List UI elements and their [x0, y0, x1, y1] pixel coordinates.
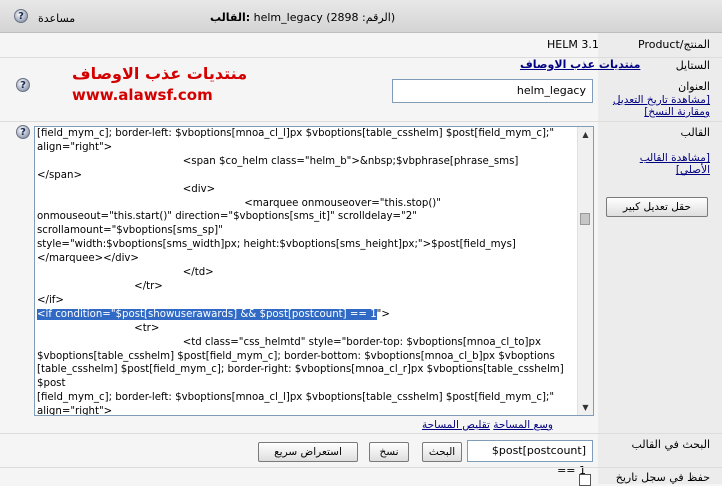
- search-label: البحث في القالب: [631, 438, 710, 451]
- page-title: القالب: helm_legacy (الرقم: 2898): [210, 11, 395, 24]
- product-label: Product/المنتج: [638, 38, 710, 51]
- expand-editor-link[interactable]: وسع المساحة: [493, 419, 553, 431]
- template-id: (الرقم: 2898): [326, 11, 396, 24]
- view-original-link[interactable]: [مشاهدة القالب الأصلي]: [630, 152, 710, 176]
- save-history-label: حفظ في سجل تاريخ: [615, 471, 710, 484]
- divider: [0, 433, 722, 434]
- code-before: [field_mym_c]; border-left: $vboptions[m…: [37, 128, 555, 306]
- template-name: helm_legacy: [253, 11, 323, 24]
- search-input[interactable]: $post[postcount] == 1: [467, 440, 593, 477]
- title-prefix: القالب:: [210, 11, 251, 24]
- forum-logo-text: منتديات عذب الاوصاف: [72, 64, 248, 83]
- help-link[interactable]: مساعدة: [38, 12, 75, 25]
- shrink-editor-link[interactable]: تقليص المساحة: [422, 419, 490, 431]
- divider: [0, 121, 722, 122]
- template-code[interactable]: [field_mym_c]; border-left: $vboptions[m…: [37, 127, 575, 415]
- style-link[interactable]: منتديات عذب الاوصاف: [520, 58, 640, 71]
- history-link[interactable]: [مشاهدة تاريخ التعديل ومقارنة النسخ]: [602, 94, 710, 118]
- arrow-down-icon[interactable]: ▼: [578, 400, 593, 415]
- copy-button[interactable]: نسخ: [369, 442, 409, 462]
- title-label: العنوان: [678, 80, 710, 93]
- forum-logo-url: www.alawsf.com: [72, 86, 213, 104]
- product-value: HELM 3.1: [547, 38, 599, 51]
- style-label: الستايل: [675, 59, 710, 72]
- find-button[interactable]: البحث: [422, 442, 462, 462]
- save-history-checkbox[interactable]: [579, 474, 591, 486]
- arrow-up-icon[interactable]: ▲: [578, 127, 593, 142]
- question-mark-icon[interactable]: ?: [16, 78, 30, 92]
- code-selection-tail: ">: [376, 308, 390, 320]
- question-mark-icon[interactable]: ?: [14, 9, 28, 23]
- large-edit-button[interactable]: حقل تعديل كبير: [606, 197, 708, 217]
- template-header: القالب: helm_legacy (الرقم: 2898) ? مساع…: [0, 0, 722, 33]
- title-input[interactable]: helm_legacy: [392, 79, 593, 103]
- code-selection: <if condition="$post[showuserawards] && …: [37, 308, 377, 320]
- code-after: <tr> <td class="css_helmtd" style="borde…: [37, 322, 564, 415]
- quick-preview-button[interactable]: استعراض سريع: [258, 442, 358, 462]
- question-mark-icon[interactable]: ?: [16, 125, 30, 139]
- template-label: القالب: [680, 126, 710, 139]
- divider: [0, 467, 722, 468]
- editor-resize-links: وسع المساحة تقليص المساحة: [422, 419, 553, 431]
- editor-scrollbar[interactable]: ▲ ▼: [577, 127, 593, 415]
- scrollbar-thumb[interactable]: [580, 213, 590, 225]
- template-editor[interactable]: [field_mym_c]; border-left: $vboptions[m…: [34, 126, 594, 416]
